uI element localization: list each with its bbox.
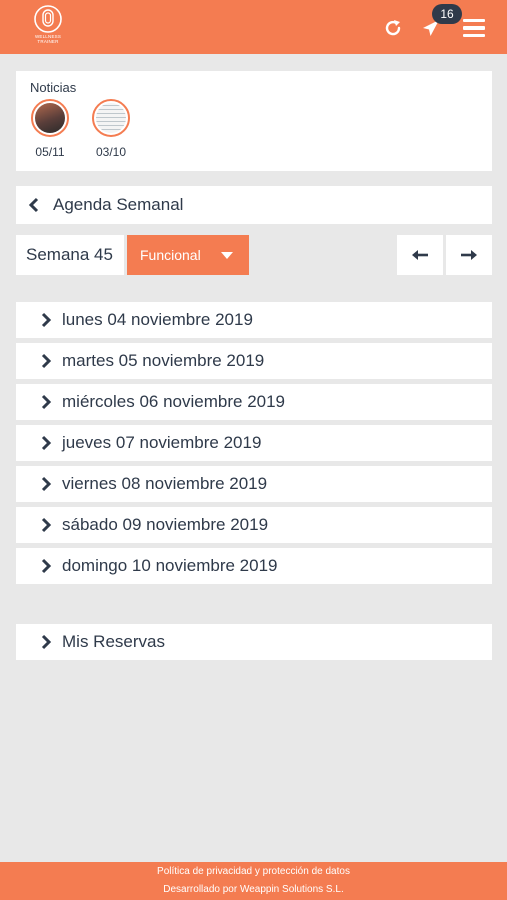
- chevron-right-icon: [41, 353, 52, 369]
- news-thumbnail: [31, 99, 69, 137]
- hamburger-menu-icon: [463, 18, 485, 23]
- day-row-sabado[interactable]: sábado 09 noviembre 2019: [16, 507, 492, 543]
- privacy-policy-link[interactable]: Política de privacidad y protección de d…: [0, 866, 507, 877]
- chevron-right-icon: [41, 435, 52, 451]
- chevron-right-icon: [41, 558, 52, 574]
- top-bar: WELLNESS TRAINER 16: [0, 0, 507, 54]
- day-row-domingo[interactable]: domingo 10 noviembre 2019: [16, 548, 492, 584]
- caret-down-icon: [221, 252, 233, 259]
- day-label: jueves 07 noviembre 2019: [62, 433, 262, 452]
- notification-count-badge: 16: [432, 4, 462, 24]
- chevron-right-icon: [41, 634, 52, 650]
- day-row-martes[interactable]: martes 05 noviembre 2019: [16, 343, 492, 379]
- hamburger-menu-icon-bar: [463, 33, 485, 38]
- news-card: Noticias 05/11 03/10: [16, 71, 492, 171]
- footer: Política de privacidad y protección de d…: [0, 862, 507, 900]
- chevron-right-icon: [41, 476, 52, 492]
- arrow-right-icon: [461, 250, 477, 260]
- chevron-left-icon: [28, 197, 39, 213]
- day-label: sábado 09 noviembre 2019: [62, 515, 269, 534]
- chevron-right-icon: [41, 312, 52, 328]
- news-date: 03/10: [95, 145, 127, 159]
- footer-credits: Desarrollado por Weappin Solutions S.L.: [163, 884, 344, 895]
- news-item[interactable]: 05/11: [30, 99, 72, 159]
- filter-dropdown[interactable]: Funcional: [127, 235, 249, 275]
- day-row-lunes[interactable]: lunes 04 noviembre 2019: [16, 302, 492, 338]
- news-thumbnail: [92, 99, 130, 137]
- day-row-viernes[interactable]: viernes 08 noviembre 2019: [16, 466, 492, 502]
- chevron-right-icon: [41, 517, 52, 533]
- news-title: Noticias: [30, 80, 77, 95]
- refresh-icon: [385, 20, 401, 36]
- filter-label: Funcional: [140, 247, 201, 263]
- logo-text-trainer: TRAINER: [37, 39, 59, 44]
- news-date: 05/11: [35, 145, 65, 159]
- refresh-button[interactable]: [380, 15, 406, 41]
- wellness-trainer-logo[interactable]: WELLNESS TRAINER: [28, 4, 68, 50]
- my-reservations-label: Mis Reservas: [62, 632, 165, 651]
- day-label: viernes 08 noviembre 2019: [62, 474, 268, 493]
- week-label-box: Semana 45: [16, 235, 124, 275]
- chevron-right-icon: [41, 394, 52, 410]
- news-item[interactable]: 03/10: [91, 99, 133, 159]
- hamburger-menu-button[interactable]: [461, 15, 487, 41]
- agenda-back-header[interactable]: Agenda Semanal: [16, 186, 492, 224]
- day-row-jueves[interactable]: jueves 07 noviembre 2019: [16, 425, 492, 461]
- day-row-miercoles[interactable]: miércoles 06 noviembre 2019: [16, 384, 492, 420]
- day-label: domingo 10 noviembre 2019: [62, 556, 278, 575]
- agenda-title: Agenda Semanal: [53, 195, 184, 214]
- arrow-left-icon: [412, 250, 428, 260]
- my-reservations-row[interactable]: Mis Reservas: [16, 624, 492, 660]
- week-label: Semana 45: [26, 245, 113, 264]
- previous-week-button[interactable]: [397, 235, 443, 275]
- day-label: lunes 04 noviembre 2019: [62, 310, 253, 329]
- day-label: miércoles 06 noviembre 2019: [62, 392, 286, 411]
- day-label: martes 05 noviembre 2019: [62, 351, 265, 370]
- next-week-button[interactable]: [446, 235, 492, 275]
- hamburger-menu-icon-bar: [463, 26, 485, 30]
- logo-icon: [34, 5, 62, 33]
